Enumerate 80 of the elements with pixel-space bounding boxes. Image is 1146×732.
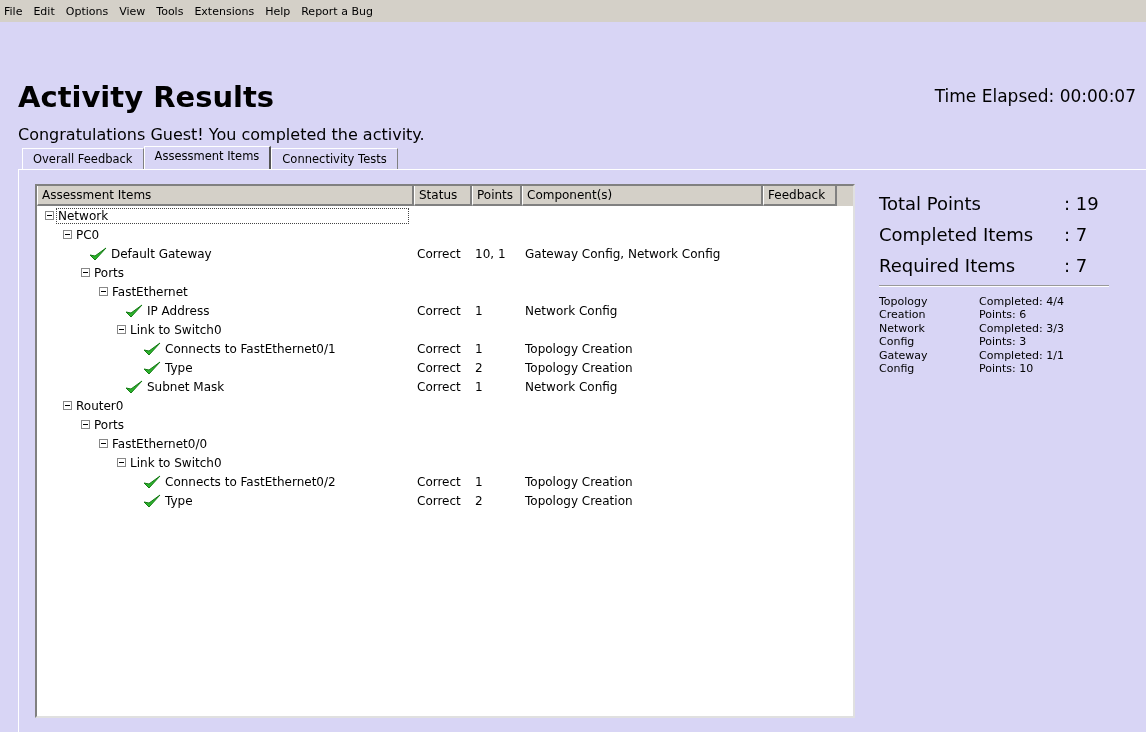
status-cell: Correct	[417, 360, 461, 375]
status-cell: Correct	[417, 493, 461, 508]
tree-item[interactable]: FastEthernet0/0	[111, 436, 209, 451]
tree-item[interactable]: Type	[164, 493, 194, 508]
page-title: Activity Results	[18, 80, 275, 114]
component-points: Points: 10	[979, 362, 1035, 375]
summary-value: : 7	[1064, 254, 1088, 278]
collapse-toggle[interactable]	[45, 211, 54, 220]
status-cell: Correct	[417, 379, 461, 394]
components-cell: Topology Creation	[525, 474, 633, 489]
tree-item[interactable]: Link to Switch0	[129, 455, 223, 470]
components-cell: Topology Creation	[525, 341, 633, 356]
column-header[interactable]: Component(s)	[522, 186, 763, 206]
components-cell: Network Config	[525, 303, 618, 318]
tree-item[interactable]: Connects to FastEthernet0/2	[164, 474, 337, 489]
menu-item[interactable]: View	[119, 4, 146, 18]
tree-item[interactable]: Subnet Mask	[146, 379, 226, 394]
points-cell: 1	[475, 474, 483, 489]
tree-item[interactable]: PC0	[75, 227, 101, 242]
component-completed: Completed: 1/1	[979, 349, 1064, 362]
tree-item[interactable]: Connects to FastEthernet0/1	[164, 341, 337, 356]
component-points: Points: 6	[979, 308, 1028, 321]
tree-item[interactable]: IP Address	[146, 303, 211, 318]
summary-label: Total Points	[879, 192, 982, 216]
tree-item[interactable]: Router0	[75, 398, 125, 413]
points-cell: 1	[475, 379, 483, 394]
column-header[interactable]: Feedback	[763, 186, 837, 206]
menu-item[interactable]: Help	[265, 4, 291, 18]
menu-item[interactable]: Options	[65, 4, 109, 18]
summary-label: Required Items	[879, 254, 1017, 278]
component-points: Points: 3	[979, 335, 1028, 348]
congratulations-message: Congratulations Guest! You completed the activity.	[17, 125, 426, 144]
collapse-toggle[interactable]	[81, 420, 90, 429]
summary-value: : 7	[1064, 223, 1088, 247]
collapse-toggle[interactable]	[99, 439, 108, 448]
collapse-toggle[interactable]	[117, 458, 126, 467]
components-cell: Topology Creation	[525, 360, 633, 375]
tab[interactable]: Connectivity Tests	[271, 148, 398, 169]
summary-label: Completed Items	[879, 223, 1035, 247]
collapse-toggle[interactable]	[117, 325, 126, 334]
status-cell: Correct	[417, 341, 461, 356]
tree-item[interactable]: FastEthernet	[111, 284, 189, 299]
menu-item[interactable]: Report a Bug	[301, 4, 373, 18]
tree-item[interactable]: Ports	[93, 265, 126, 280]
collapse-toggle[interactable]	[63, 401, 72, 410]
tree-item[interactable]: Ports	[93, 417, 126, 432]
time-elapsed: Time Elapsed: 00:00:07	[934, 86, 1136, 106]
status-cell: Correct	[417, 303, 461, 318]
components-cell: Topology Creation	[525, 493, 633, 508]
tree-item[interactable]: Link to Switch0	[129, 322, 223, 337]
tree-item[interactable]: Default Gateway	[110, 246, 213, 261]
components-cell: Gateway Config, Network Config	[525, 246, 721, 261]
component-completed: Completed: 4/4	[979, 295, 1064, 308]
column-header[interactable]: Points	[472, 186, 522, 206]
points-cell: 1	[475, 341, 483, 356]
menu-item[interactable]: Tools	[156, 4, 184, 18]
component-name: Gateway Config	[879, 349, 929, 375]
status-cell: Correct	[417, 246, 461, 261]
components-cell: Network Config	[525, 379, 618, 394]
collapse-toggle[interactable]	[63, 230, 72, 239]
summary-value: : 19	[1064, 192, 1099, 216]
points-cell: 10, 1	[475, 246, 506, 261]
status-cell: Correct	[417, 474, 461, 489]
points-cell: 2	[475, 493, 483, 508]
component-completed: Completed: 3/3	[979, 322, 1064, 335]
points-cell: 1	[475, 303, 483, 318]
tab[interactable]: Assessment Items	[143, 146, 272, 169]
menu-item[interactable]: File	[4, 4, 23, 18]
menu-item[interactable]: Edit	[33, 4, 55, 18]
component-name: Network Config	[879, 322, 926, 348]
component-name: Topology Creation	[879, 295, 929, 321]
tree-item[interactable]: Type	[164, 360, 194, 375]
collapse-toggle[interactable]	[99, 287, 108, 296]
tree-item[interactable]: Network	[57, 208, 409, 223]
collapse-toggle[interactable]	[81, 268, 90, 277]
column-header[interactable]: Status	[414, 186, 472, 206]
tab[interactable]: Overall Feedback	[22, 148, 144, 169]
points-cell: 2	[475, 360, 483, 375]
menu-item[interactable]: Extensions	[194, 4, 255, 18]
column-header[interactable]: Assessment Items	[37, 186, 414, 206]
